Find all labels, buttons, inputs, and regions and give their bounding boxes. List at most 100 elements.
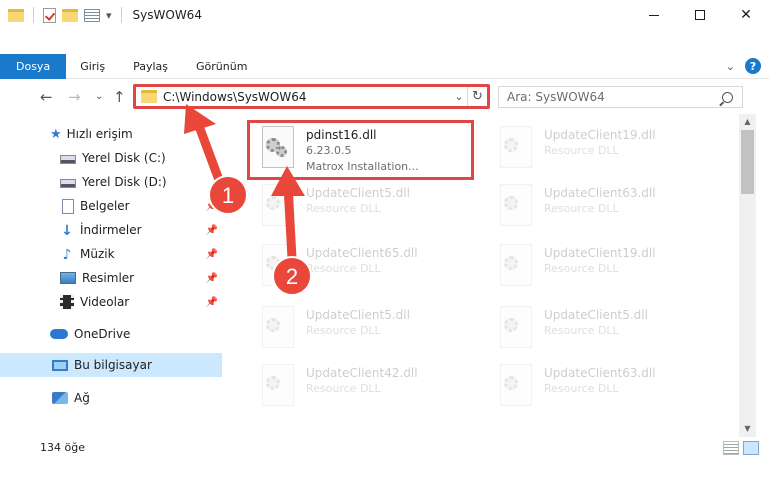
- tiles-view-icon[interactable]: [743, 441, 759, 455]
- sidebar-item-label: Belgeler: [80, 199, 130, 213]
- download-icon: ↓: [61, 223, 73, 239]
- sidebar-item-network[interactable]: Ağ: [0, 386, 222, 410]
- minimize-button[interactable]: [631, 0, 677, 30]
- close-button[interactable]: ✕: [723, 0, 769, 30]
- file-name: UpdateClient63.dll: [544, 366, 656, 380]
- pin-icon[interactable]: 📌: [206, 249, 218, 260]
- close-icon: ✕: [740, 7, 752, 23]
- properties-check-icon[interactable]: [43, 7, 56, 23]
- navigation-bar: ← → ⌄ ↑ C:\Windows\SysWOW64 ⌄ ↻ Ara: Sys…: [0, 81, 769, 112]
- sidebar-item-documents[interactable]: Belgeler 📌: [0, 194, 222, 218]
- maximize-icon: [695, 10, 705, 20]
- file-name: UpdateClient5.dll: [306, 308, 410, 322]
- file-name: UpdateClient5.dll: [306, 186, 410, 200]
- sidebar-item-label: Ağ: [74, 391, 90, 405]
- file-type: Resource DLL: [306, 202, 381, 215]
- search-input[interactable]: Ara: SysWOW64: [507, 90, 722, 104]
- sidebar-item-quick-access[interactable]: ★ Hızlı erişim: [0, 122, 222, 146]
- back-arrow-icon[interactable]: ←: [40, 88, 53, 106]
- file-name: UpdateClient42.dll: [306, 366, 418, 380]
- sidebar-item-this-pc[interactable]: Bu bilgisayar: [0, 353, 222, 377]
- address-path[interactable]: C:\Windows\SysWOW64: [163, 90, 451, 104]
- sidebar-item-music[interactable]: ♪ Müzik 📌: [0, 242, 222, 266]
- sidebar-item-videos[interactable]: Videolar 📌: [0, 290, 222, 314]
- properties-icon[interactable]: [84, 8, 100, 22]
- scroll-down-icon[interactable]: ▼: [739, 421, 756, 437]
- file-item[interactable]: UpdateClient63.dll Resource DLL: [488, 180, 718, 236]
- file-name: UpdateClient65.dll: [306, 246, 418, 260]
- file-name: UpdateClient19.dll: [544, 246, 656, 260]
- file-item[interactable]: UpdateClient63.dll Resource DLL: [488, 360, 718, 416]
- file-name: UpdateClient63.dll: [544, 186, 656, 200]
- tab-gorunum[interactable]: Görünüm: [182, 54, 261, 79]
- sidebar-item-pictures[interactable]: Resimler 📌: [0, 266, 222, 290]
- maximize-button[interactable]: [677, 0, 723, 30]
- address-history-chevron-icon[interactable]: ⌄: [451, 90, 467, 103]
- file-type: Resource DLL: [544, 202, 619, 215]
- file-item[interactable]: UpdateClient19.dll Resource DLL: [488, 122, 718, 178]
- file-item[interactable]: UpdateClient5.dll Resource DLL: [250, 180, 480, 236]
- file-item[interactable]: UpdateClient5.dll Resource DLL: [488, 302, 718, 358]
- up-arrow-icon[interactable]: ↑: [113, 88, 126, 106]
- file-name: UpdateClient19.dll: [544, 128, 656, 142]
- dll-file-icon: [496, 364, 536, 412]
- tab-paylas[interactable]: Paylaş: [119, 54, 182, 79]
- sidebar-item-label: OneDrive: [74, 327, 131, 341]
- pin-icon[interactable]: 📌: [206, 273, 218, 284]
- scroll-thumb[interactable]: [741, 130, 754, 194]
- title-bar: ▾ SysWOW64 ✕: [0, 0, 769, 30]
- sidebar-item-disk-d[interactable]: Yerel Disk (D:): [0, 170, 222, 194]
- file-type: Resource DLL: [544, 144, 619, 157]
- sidebar-item-label: Yerel Disk (D:): [82, 175, 167, 189]
- sidebar-item-onedrive[interactable]: OneDrive: [0, 322, 222, 346]
- help-button[interactable]: ?: [745, 58, 761, 74]
- new-folder-icon[interactable]: [62, 8, 78, 22]
- sidebar-item-downloads[interactable]: ↓ İndirmeler 📌: [0, 218, 222, 242]
- pin-icon[interactable]: 📌: [206, 225, 218, 236]
- address-bar[interactable]: C:\Windows\SysWOW64 ⌄ ↻: [133, 84, 490, 109]
- toolbar-divider: [120, 7, 122, 23]
- sidebar-item-label: İndirmeler: [80, 223, 142, 237]
- network-icon: [52, 392, 68, 404]
- dll-file-icon: [258, 244, 298, 292]
- quick-access-toolbar: ▾: [0, 0, 125, 30]
- file-item[interactable]: UpdateClient65.dll Resource DLL: [250, 240, 480, 296]
- file-item[interactable]: UpdateClient42.dll Resource DLL: [250, 360, 480, 416]
- vertical-scrollbar[interactable]: ▲ ▼: [739, 114, 756, 437]
- this-pc-icon: [52, 359, 68, 371]
- ribbon-tabs: Dosya Giriş Paylaş Görünüm ⌄ ?: [0, 53, 769, 79]
- forward-arrow-icon[interactable]: →: [68, 88, 81, 106]
- scroll-up-icon[interactable]: ▲: [739, 114, 756, 130]
- sidebar-item-label: Müzik: [80, 247, 115, 261]
- disk-icon: [60, 178, 76, 188]
- recent-locations-chevron-icon[interactable]: ⌄: [95, 91, 103, 102]
- sidebar-item-label: Yerel Disk (C:): [82, 151, 166, 165]
- expand-ribbon-chevron-icon[interactable]: ⌄: [726, 60, 735, 73]
- sidebar-item-disk-c[interactable]: Yerel Disk (C:): [0, 146, 222, 170]
- view-toggle: [723, 441, 759, 455]
- file-type: Resource DLL: [306, 262, 381, 275]
- tab-giris[interactable]: Giriş: [66, 54, 119, 79]
- file-item[interactable]: UpdateClient5.dll Resource DLL: [250, 302, 480, 358]
- ribbon-right-controls: ⌄ ?: [726, 58, 761, 74]
- pin-icon[interactable]: 📌: [206, 201, 218, 212]
- dll-file-icon: [496, 306, 536, 354]
- toolbar-divider: [33, 7, 34, 23]
- window-controls: ✕: [631, 0, 769, 30]
- file-type: Resource DLL: [544, 324, 619, 337]
- search-icon[interactable]: [722, 91, 733, 103]
- minimize-icon: [649, 14, 659, 16]
- refresh-icon[interactable]: ↻: [467, 87, 487, 106]
- file-type: Resource DLL: [306, 324, 381, 337]
- file-highlight-box: [247, 120, 474, 180]
- disk-icon: [60, 154, 76, 164]
- tab-dosya[interactable]: Dosya: [0, 53, 67, 79]
- dll-file-icon: [496, 184, 536, 232]
- customize-toolbar-chevron-icon[interactable]: ▾: [106, 9, 112, 22]
- search-box[interactable]: Ara: SysWOW64: [498, 86, 743, 108]
- music-icon: ♪: [62, 247, 72, 263]
- pin-icon[interactable]: 📌: [206, 297, 218, 308]
- details-view-icon[interactable]: [723, 441, 739, 455]
- sidebar-item-label: Resimler: [82, 271, 135, 285]
- file-item[interactable]: UpdateClient19.dll Resource DLL: [488, 240, 718, 296]
